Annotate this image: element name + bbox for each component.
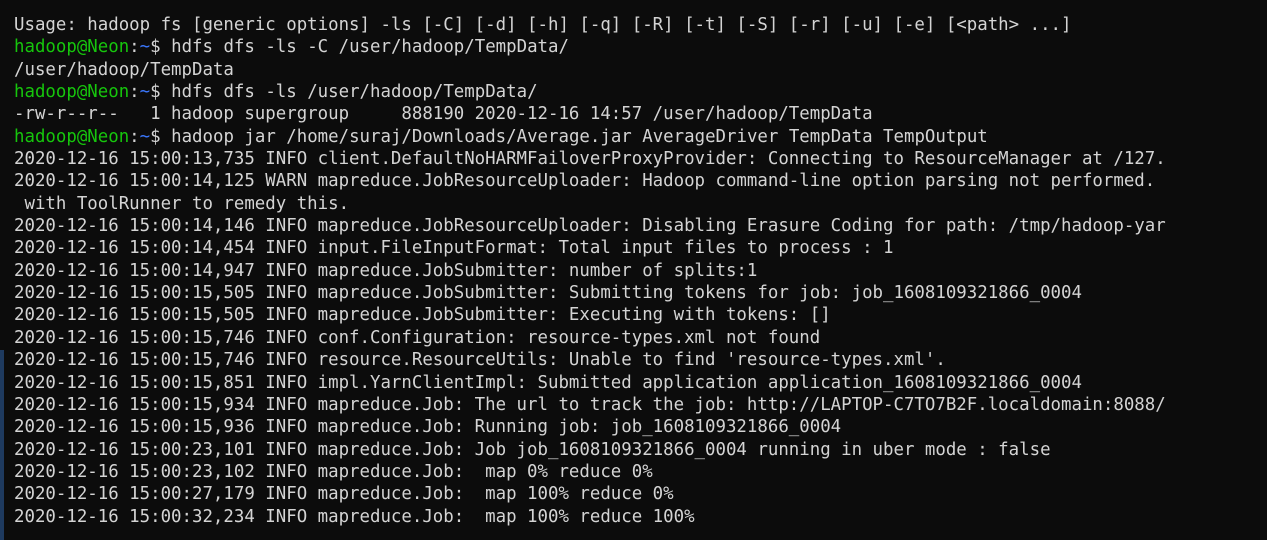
output-line: 2020-12-16 15:00:14,454 INFO input.FileI… xyxy=(14,238,894,259)
prompt-separator: : xyxy=(129,126,140,147)
output-line: 2020-12-16 15:00:23,102 INFO mapreduce.J… xyxy=(14,461,653,482)
output-line: -rw-r--r-- 1 hadoop supergroup 888190 20… xyxy=(14,104,873,125)
prompt-separator: : xyxy=(129,37,140,58)
output-line: 2020-12-16 15:00:14,146 INFO mapreduce.J… xyxy=(14,216,1166,237)
terminal-output: Usage: hadoop fs [generic options] -ls [… xyxy=(14,14,1267,528)
output-line: 2020-12-16 15:00:15,746 INFO resource.Re… xyxy=(14,350,946,371)
scroll-marker xyxy=(0,350,4,540)
output-line: with ToolRunner to remedy this. xyxy=(14,193,350,214)
prompt-symbol: $ xyxy=(150,82,172,103)
output-line: 2020-12-16 15:00:27,179 INFO mapreduce.J… xyxy=(14,484,674,505)
output-line: 2020-12-16 15:00:15,505 INFO mapreduce.J… xyxy=(14,305,831,326)
output-line: 2020-12-16 15:00:15,505 INFO mapreduce.J… xyxy=(14,283,1082,304)
command-text: hdfs dfs -ls -C /user/hadoop/TempData/ xyxy=(171,37,569,58)
output-line: 2020-12-16 15:00:15,934 INFO mapreduce.J… xyxy=(14,394,1166,415)
output-line: 2020-12-16 15:00:15,746 INFO conf.Config… xyxy=(14,327,821,348)
output-line: 2020-12-16 15:00:32,234 INFO mapreduce.J… xyxy=(14,506,695,527)
output-line: 2020-12-16 15:00:13,735 INFO client.Defa… xyxy=(14,149,1166,170)
command-text: hadoop jar /home/suraj/Downloads/Average… xyxy=(171,126,988,147)
prompt-line: hadoop@Neon:~$ hdfs dfs -ls -C /user/had… xyxy=(14,36,1267,58)
prompt-line: hadoop@Neon:~$ hdfs dfs -ls /user/hadoop… xyxy=(14,81,1267,103)
terminal-window[interactable]: Usage: hadoop fs [generic options] -ls [… xyxy=(0,0,1267,540)
prompt-symbol: $ xyxy=(150,126,172,147)
output-line: /user/hadoop/TempData xyxy=(14,59,234,80)
output-line: 2020-12-16 15:00:15,851 INFO impl.YarnCl… xyxy=(14,372,1082,393)
output-line: 2020-12-16 15:00:23,101 INFO mapreduce.J… xyxy=(14,439,1051,460)
prompt-path: ~ xyxy=(139,37,151,58)
prompt-user: hadoop@Neon xyxy=(14,126,130,147)
prompt-separator: : xyxy=(129,82,140,103)
command-text: hdfs dfs -ls /user/hadoop/TempData/ xyxy=(171,82,538,103)
output-line: Usage: hadoop fs [generic options] -ls [… xyxy=(14,15,1072,35)
prompt-path: ~ xyxy=(139,126,151,147)
prompt-symbol: $ xyxy=(150,37,172,58)
output-line: 2020-12-16 15:00:14,947 INFO mapreduce.J… xyxy=(14,260,758,281)
output-line: 2020-12-16 15:00:15,936 INFO mapreduce.J… xyxy=(14,417,842,438)
prompt-path: ~ xyxy=(139,82,151,103)
prompt-line: hadoop@Neon:~$ hadoop jar /home/suraj/Do… xyxy=(14,126,1267,148)
prompt-user: hadoop@Neon xyxy=(14,82,130,103)
prompt-user: hadoop@Neon xyxy=(14,37,130,58)
output-line: 2020-12-16 15:00:14,125 WARN mapreduce.J… xyxy=(14,171,1156,192)
